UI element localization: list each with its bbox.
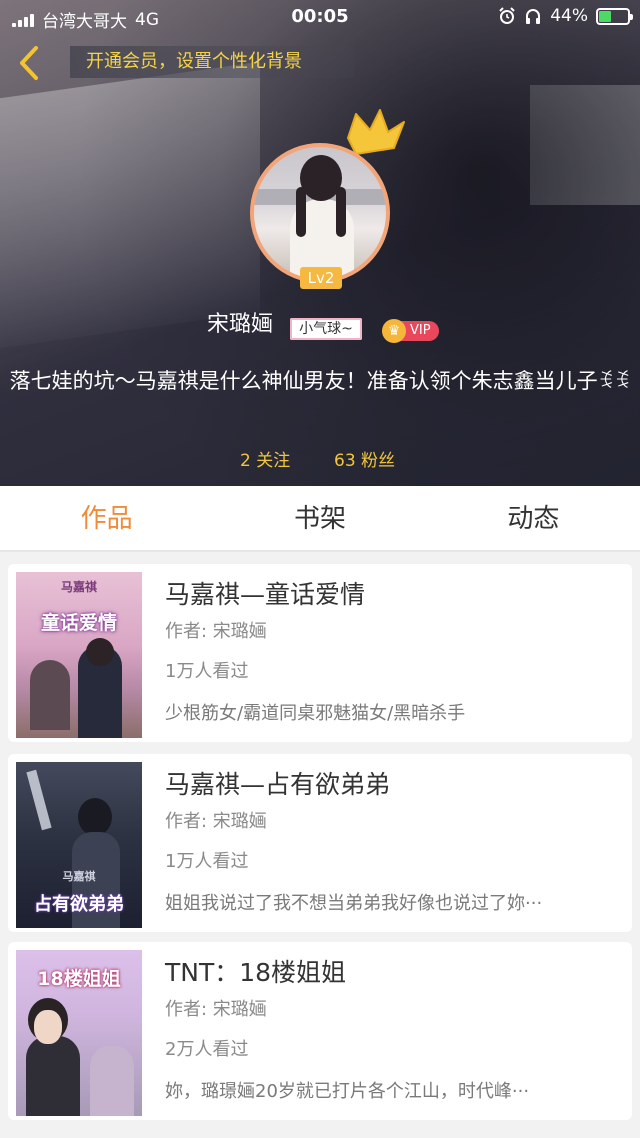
tab-works[interactable]: 作品 [0, 486, 213, 550]
alarm-icon [499, 7, 515, 24]
book-description: 少根筋女/霸道同桌邪魅猫女/黑暗杀手 [165, 703, 466, 724]
tab-activity[interactable]: 动态 [427, 486, 640, 550]
book-title[interactable]: 马嘉祺—占有欲弟弟 [165, 768, 390, 802]
profile-tabs: 作品 书架 动态 [0, 486, 640, 552]
battery-level [599, 10, 611, 22]
list-item[interactable]: 马嘉祺 童话爱情 马嘉祺—童话爱情 作者: 宋璐婳 1万人看过 少根筋女/霸道同… [8, 564, 632, 742]
cover-subtitle: 马嘉祺 [60, 580, 97, 594]
status-left: 台湾大哥大 4G [12, 7, 159, 32]
user-tag: 小气球~ [290, 318, 362, 340]
signal-icon [12, 13, 34, 27]
cover-title: 18楼姐姐 [37, 968, 121, 990]
book-description: 姐姐我说过了我不想当弟弟我好像也说过了妳··· [165, 893, 543, 914]
cover-title: 占有欲弟弟 [34, 894, 124, 915]
status-right: 44% [498, 6, 633, 26]
profile-bio: 落七娃的坑～马嘉祺是什么神仙男友！准备认领个朱志鑫当儿子ꉂꉂ [9, 369, 631, 393]
book-author: 作者: 宋璐婳 [165, 811, 267, 832]
vip-crown-icon: ♛ [382, 319, 406, 343]
tab-bookshelf[interactable]: 书架 [213, 486, 426, 550]
book-views: 1万人看过 [165, 851, 249, 872]
book-views: 2万人看过 [165, 1039, 249, 1060]
username: 宋璐婳 [207, 312, 274, 337]
followers-count[interactable]: 63 粉丝 [334, 450, 395, 472]
network-type: 4G [135, 9, 159, 30]
book-cover[interactable]: 18楼姐姐 [16, 950, 142, 1116]
level-badge: Lv2 [300, 267, 342, 289]
book-cover[interactable]: 马嘉祺 童话爱情 [16, 572, 142, 738]
book-description: 妳，璐璟婳20岁就已打片各个江山，时代峰··· [165, 1081, 530, 1102]
status-bar: 台湾大哥大 4G 00:05 44% [0, 0, 640, 34]
back-button[interactable] [14, 44, 50, 84]
headphones-icon [526, 9, 541, 24]
battery-percent: 44% [550, 6, 588, 26]
book-author: 作者: 宋璐婳 [165, 999, 267, 1020]
vip-badge[interactable]: ♛ VIP [382, 319, 439, 343]
battery-charging-icon [596, 7, 633, 25]
cover-subtitle: 马嘉祺 [62, 870, 96, 883]
following-count[interactable]: 2 关注 [240, 450, 290, 472]
book-views: 1万人看过 [165, 661, 249, 682]
list-item[interactable]: 18楼姐姐 TNT：18楼姐姐 作者: 宋璐婳 2万人看过 妳，璐璟婳20岁就已… [8, 942, 632, 1120]
cover-title: 童话爱情 [40, 612, 117, 634]
book-title[interactable]: 马嘉祺—童话爱情 [165, 578, 365, 612]
avatar[interactable] [250, 143, 390, 283]
chevron-left-icon [20, 46, 38, 80]
vip-upgrade-banner[interactable]: 开通会员，设置个性化背景 [70, 46, 354, 78]
book-cover[interactable]: 马嘉祺 占有欲弟弟 [16, 762, 142, 928]
list-item[interactable]: 马嘉祺 占有欲弟弟 马嘉祺—占有欲弟弟 作者: 宋璐婳 1万人看过 姐姐我说过了… [8, 754, 632, 932]
carrier-name: 台湾大哥大 [42, 12, 127, 32]
book-author: 作者: 宋璐婳 [165, 621, 267, 642]
book-title[interactable]: TNT：18楼姐姐 [165, 956, 346, 990]
